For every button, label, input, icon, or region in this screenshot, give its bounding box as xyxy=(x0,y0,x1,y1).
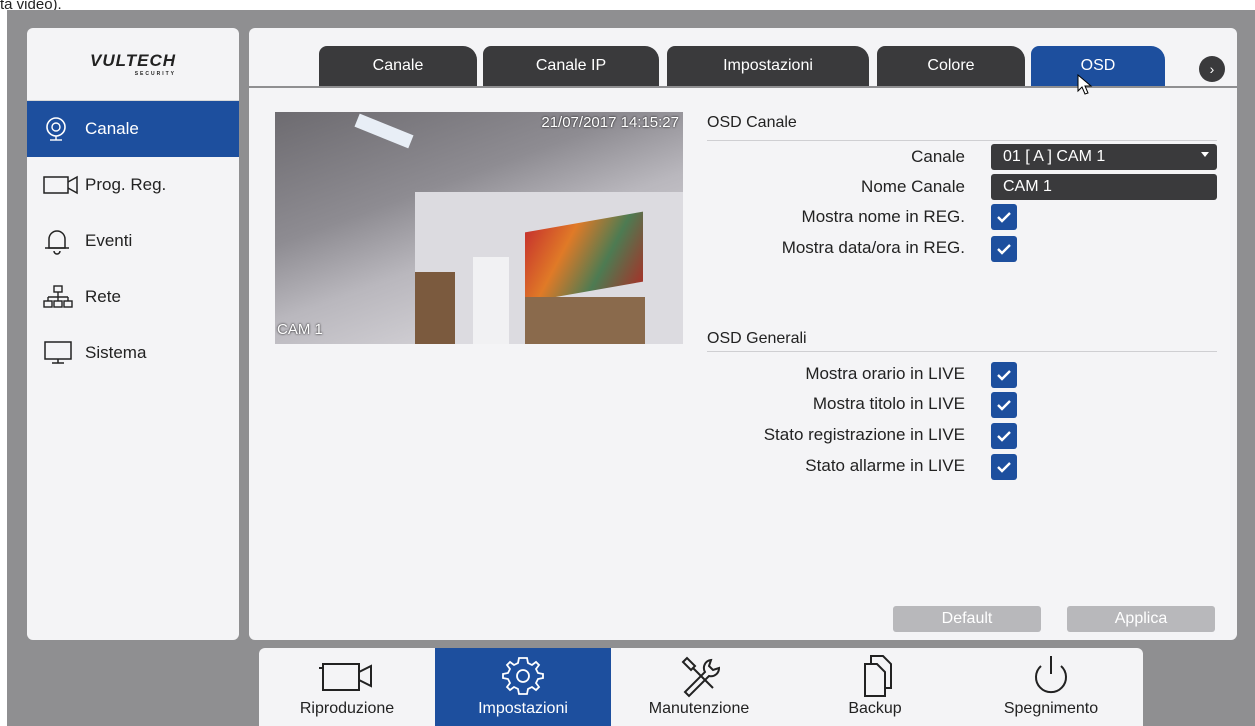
tab-impostazioni[interactable]: Impostazioni xyxy=(667,46,869,86)
checkmark-icon xyxy=(997,431,1011,442)
mouse-cursor-icon xyxy=(1077,74,1093,95)
canale-select-value: 01 [ A ] CAM 1 xyxy=(1003,148,1106,165)
mostra-data-label: Mostra data/ora in REG. xyxy=(781,238,965,257)
mostra-data-checkbox[interactable] xyxy=(991,236,1017,262)
network-icon xyxy=(43,283,81,311)
tools-icon xyxy=(675,652,723,700)
stato-registrazione-label: Stato registrazione in LIVE xyxy=(763,425,965,444)
camera-preview: 21/07/2017 14:15:27 CAM 1 xyxy=(275,112,683,344)
bell-icon xyxy=(43,227,81,255)
mostra-titolo-checkbox[interactable] xyxy=(991,392,1017,418)
sidebar-item-sistema[interactable]: Sistema xyxy=(27,325,239,381)
divider xyxy=(707,351,1217,352)
default-button[interactable]: Default xyxy=(893,606,1041,632)
canale-label: Canale xyxy=(911,147,965,166)
page-caption: ta video). xyxy=(0,0,62,10)
nome-canale-value: CAM 1 xyxy=(1003,178,1052,195)
video-camera-icon xyxy=(315,652,379,700)
checkmark-icon xyxy=(997,400,1011,411)
nome-canale-input[interactable]: CAM 1 xyxy=(991,174,1217,200)
canale-select[interactable]: 01 [ A ] CAM 1 xyxy=(991,144,1217,170)
record-schedule-icon xyxy=(43,171,81,199)
mostra-nome-checkbox[interactable] xyxy=(991,204,1017,230)
sidebar-item-rete[interactable]: Rete xyxy=(27,269,239,325)
checkmark-icon xyxy=(997,244,1011,255)
dvr-screen: VULTECH SECURITY Canale Prog. Reg. Eventi… xyxy=(7,10,1255,726)
nav-label: Manutenzione xyxy=(648,700,750,717)
chevron-down-icon xyxy=(1201,152,1209,157)
copy-icon xyxy=(851,652,899,700)
power-icon xyxy=(1027,652,1075,700)
tab-osd[interactable]: OSD xyxy=(1031,46,1165,86)
tab-canale[interactable]: Canale xyxy=(319,46,477,86)
mostra-nome-label: Mostra nome in REG. xyxy=(801,207,965,226)
sidebar-item-canale[interactable]: Canale xyxy=(27,101,239,157)
preview-camera-label[interactable]: CAM 1 xyxy=(277,321,323,338)
apply-button[interactable]: Applica xyxy=(1067,606,1215,632)
gear-icon xyxy=(499,652,547,700)
section-title-osd-generali: OSD Generali xyxy=(707,330,807,347)
sidebar-item-label: Eventi xyxy=(85,231,133,250)
stato-allarme-label: Stato allarme in LIVE xyxy=(805,456,965,475)
checkmark-icon xyxy=(997,212,1011,223)
sidebar-item-label: Sistema xyxy=(85,343,147,362)
checkmark-icon xyxy=(997,370,1011,381)
sidebar-item-prog-reg[interactable]: Prog. Reg. xyxy=(27,157,239,213)
nav-label: Impostazioni xyxy=(478,700,568,717)
bottom-navigation: Riproduzione Impostazioni Manutenzione B… xyxy=(259,648,1143,726)
nav-label: Spegnimento xyxy=(1003,700,1099,717)
section-title-osd-canale: OSD Canale xyxy=(707,114,797,131)
nav-label: Riproduzione xyxy=(299,700,395,717)
logo-text: VULTECH xyxy=(89,51,176,70)
logo-subtext: SECURITY xyxy=(134,71,176,77)
nav-riproduzione[interactable]: Riproduzione xyxy=(259,648,435,726)
monitor-icon xyxy=(43,339,81,367)
checkmark-icon xyxy=(997,462,1011,473)
osd-settings-panel: 21/07/2017 14:15:27 CAM 1 OSD Canale Can… xyxy=(249,88,1237,640)
sidebar: VULTECH SECURITY Canale Prog. Reg. Eventi… xyxy=(27,28,239,640)
tab-colore[interactable]: Colore xyxy=(877,46,1025,86)
divider xyxy=(707,140,1217,141)
stato-allarme-checkbox[interactable] xyxy=(991,454,1017,480)
nav-impostazioni[interactable]: Impostazioni xyxy=(435,648,611,726)
sidebar-item-label: Canale xyxy=(85,119,139,138)
nav-backup[interactable]: Backup xyxy=(787,648,963,726)
tab-canale-ip[interactable]: Canale IP xyxy=(483,46,659,86)
mostra-orario-label: Mostra orario in LIVE xyxy=(805,364,965,383)
camera-icon xyxy=(43,115,81,143)
nav-spegnimento[interactable]: Spegnimento xyxy=(963,648,1139,726)
nav-label: Backup xyxy=(848,700,902,717)
sidebar-item-label: Prog. Reg. xyxy=(85,175,167,194)
chevron-right-icon[interactable]: › xyxy=(1199,56,1225,82)
mostra-orario-checkbox[interactable] xyxy=(991,362,1017,388)
nav-manutenzione[interactable]: Manutenzione xyxy=(611,648,787,726)
mostra-titolo-label: Mostra titolo in LIVE xyxy=(812,394,965,413)
stato-registrazione-checkbox[interactable] xyxy=(991,423,1017,449)
preview-timestamp[interactable]: 21/07/2017 14:15:27 xyxy=(541,114,679,131)
sidebar-item-label: Rete xyxy=(85,287,121,306)
sidebar-item-eventi[interactable]: Eventi xyxy=(27,213,239,269)
brand-logo: VULTECH SECURITY xyxy=(27,28,239,101)
nome-canale-label: Nome Canale xyxy=(861,177,965,196)
